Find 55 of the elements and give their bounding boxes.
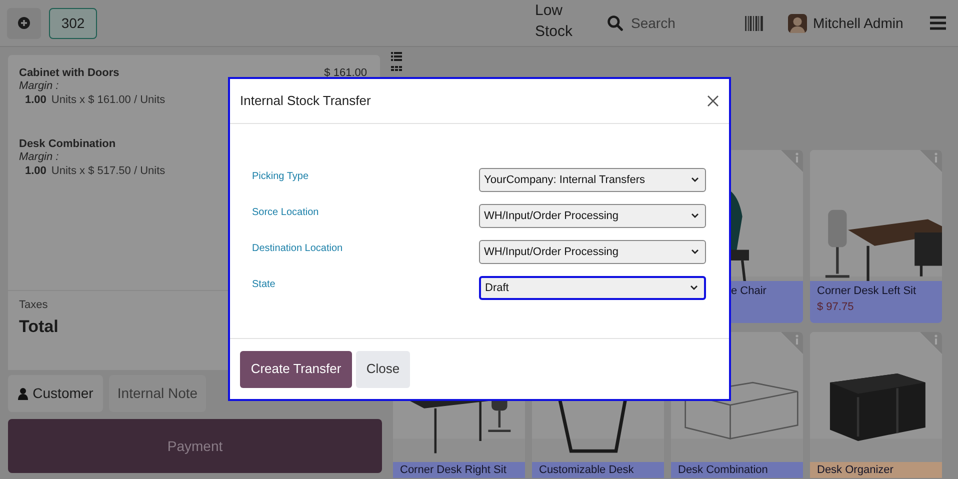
margin-label: Margin : [19, 151, 59, 164]
search-icon [607, 15, 623, 31]
unit-price: Units x $ 517.50 / Units [51, 164, 166, 178]
internal-note-button[interactable]: Internal Note [109, 375, 206, 412]
quantity: 1.00 [25, 164, 46, 178]
close-button[interactable] [707, 95, 719, 107]
dropdown[interactable]: Draft [479, 276, 706, 300]
taxes-label: Taxes [19, 298, 48, 313]
dropdown[interactable]: YourCompany: Internal Transfers [479, 168, 706, 192]
list-view-icon[interactable] [391, 52, 402, 61]
chevron-down-icon [691, 249, 699, 255]
close-icon [707, 95, 719, 107]
product-price: $ 97.75 [817, 300, 854, 315]
product-name: Desk Combination [678, 464, 768, 477]
product-card[interactable]: Corner Desk Left Sit $ 97.75 [810, 150, 942, 323]
user-name[interactable]: Mitchell Admin [813, 12, 904, 34]
dropdown[interactable]: WH/Input/Order Processing [479, 204, 706, 228]
dropdown[interactable]: WH/Input/Order Processing [479, 240, 706, 264]
order-tab[interactable]: 302 [49, 8, 97, 38]
barcode-icon [745, 16, 763, 30]
product-name: Corner Desk Right Sit [400, 464, 506, 477]
line-price: $ 161.00 [324, 66, 367, 80]
chevron-down-icon [690, 285, 698, 291]
product-name: e Chair [731, 285, 766, 298]
field-label: State [252, 278, 276, 292]
field-label: Destination Location [252, 242, 343, 256]
product-card[interactable]: Desk Organizer [810, 332, 942, 478]
payment-button[interactable]: Payment [8, 419, 382, 473]
menu-button[interactable] [930, 16, 946, 30]
avatar-icon [788, 14, 807, 32]
margin-label: Margin : [19, 80, 59, 93]
product-name: Desk Combination [19, 137, 116, 151]
close-dialog-button[interactable]: Close [356, 350, 410, 388]
field-label: Picking Type [252, 170, 309, 184]
unit-price: Units x $ 161.00 / Units [51, 93, 166, 107]
product-name: Customizable Desk [539, 464, 634, 477]
product-name: Corner Desk Left Sit [817, 285, 916, 298]
field-label: Sorce Location [252, 206, 319, 220]
chevron-down-icon [691, 213, 699, 219]
search-field[interactable]: Search [631, 13, 691, 33]
product-name: Cabinet with Doors [19, 66, 120, 80]
product-name: Desk Organizer [817, 464, 894, 477]
quantity: 1.00 [25, 93, 46, 107]
plus-circle-icon [18, 17, 30, 29]
menu-icon [930, 16, 946, 30]
customer-button[interactable]: Customer [8, 375, 103, 412]
person-icon [18, 388, 28, 400]
barcode-button[interactable] [745, 16, 763, 30]
dialog-title: Internal Stock Transfer [240, 92, 371, 110]
chevron-down-icon [691, 177, 699, 183]
create-transfer-button[interactable]: Create Transfer [240, 350, 352, 388]
total-label: Total [19, 316, 58, 338]
low-stock-link[interactable]: Low Stock [535, 0, 585, 42]
grid-view-icon[interactable] [391, 66, 402, 71]
add-button[interactable] [7, 8, 41, 38]
